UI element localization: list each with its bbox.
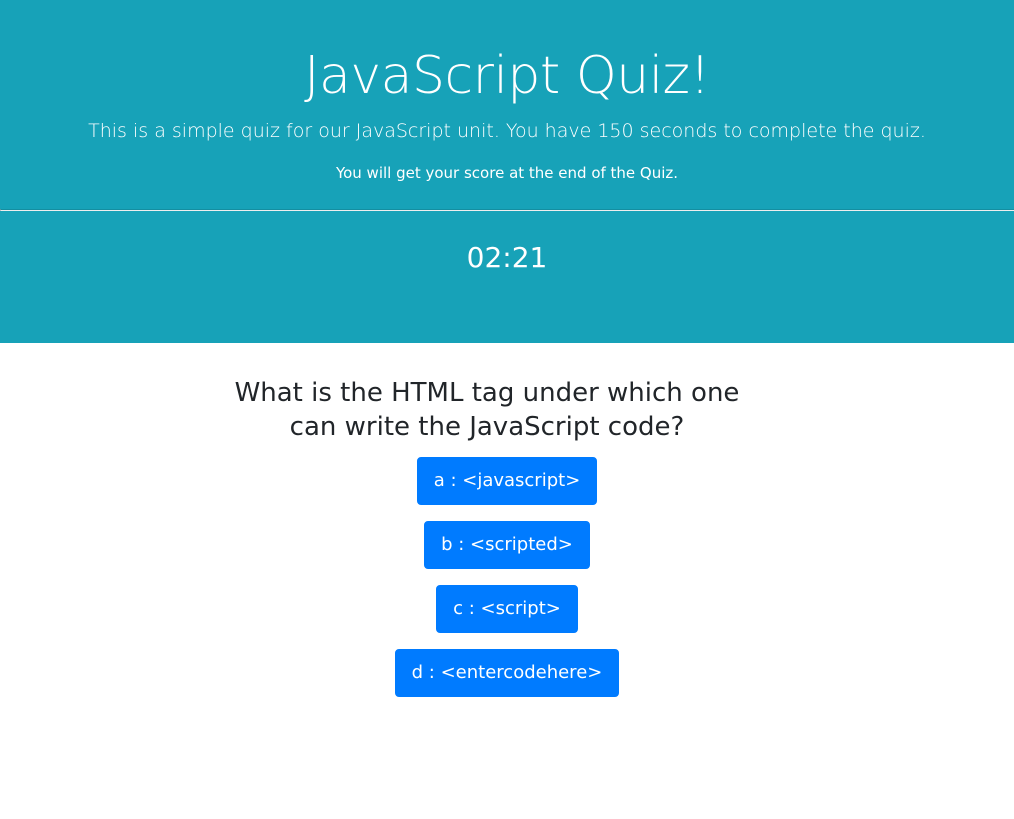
countdown-timer: 02:21 xyxy=(466,241,548,274)
answer-choices: a : <javascript> b : <scripted> c : <scr… xyxy=(0,457,1014,713)
choice-b-button[interactable]: b : <scripted> xyxy=(424,521,590,569)
header-divider xyxy=(0,209,1014,211)
score-note: You will get your score at the end of th… xyxy=(335,164,679,182)
quiz-page: JavaScript Quiz! This is a simple quiz f… xyxy=(0,0,1014,819)
quiz-description: This is a simple quiz for our JavaScript… xyxy=(88,120,926,142)
choice-c-button[interactable]: c : <script> xyxy=(436,585,578,633)
question-text: What is the HTML tag under which one can… xyxy=(234,378,740,442)
choice-a-button[interactable]: a : <javascript> xyxy=(416,457,598,505)
page-title: JavaScript Quiz! xyxy=(304,46,710,106)
choice-d-button[interactable]: d : <entercodehere> xyxy=(394,649,620,697)
jumbotron-header: JavaScript Quiz! This is a simple quiz f… xyxy=(0,0,1014,343)
